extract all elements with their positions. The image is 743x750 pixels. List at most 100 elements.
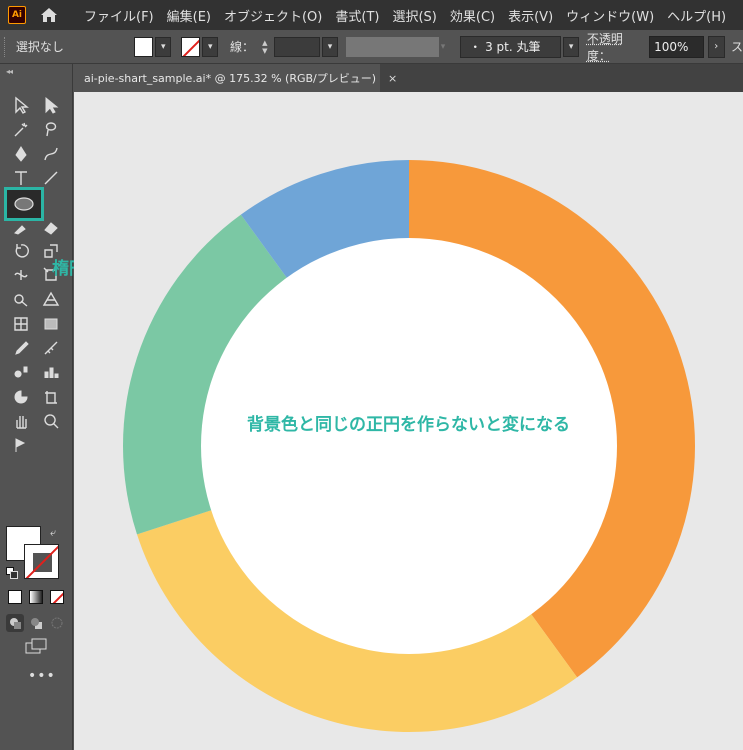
- symbol-sprayer-tool-icon: [14, 366, 28, 378]
- width-tool-button[interactable]: [9, 264, 33, 286]
- artboard-canvas[interactable]: 背景色と同じの正円を作らないと変になる: [74, 92, 743, 750]
- ellipse-icon: [14, 197, 34, 211]
- gradient-tool-icon: [44, 318, 58, 330]
- stroke-color-box[interactable]: [24, 544, 59, 579]
- zoom-tool-icon: [44, 414, 59, 429]
- default-fill-stroke-icon[interactable]: [6, 567, 18, 579]
- measure-tool-icon: [44, 341, 58, 355]
- mesh-tool-button[interactable]: [9, 313, 33, 335]
- stroke-weight-dropdown[interactable]: ▾: [322, 36, 338, 57]
- document-tab-strip: ai-pie-shart_sample.ai* @ 175.32 % (RGB/…: [74, 64, 743, 92]
- opacity-label[interactable]: 不透明度：: [587, 30, 645, 64]
- hand-tool-icon: [16, 415, 27, 429]
- rotate-tool-button[interactable]: [9, 240, 33, 262]
- selection-status: 選択なし: [15, 40, 64, 54]
- eyedropper-tool-icon: [15, 341, 29, 355]
- home-icon[interactable]: [38, 4, 60, 26]
- donut-hole-circle[interactable]: [201, 238, 617, 654]
- mesh-tool-icon: [14, 316, 28, 331]
- app-logo: Ai: [8, 6, 26, 24]
- menu-item[interactable]: ヘルプ(H): [667, 6, 726, 25]
- menu-item[interactable]: 編集(E): [167, 6, 211, 25]
- document-tab[interactable]: ai-pie-shart_sample.ai* @ 175.32 % (RGB/…: [74, 64, 397, 92]
- menu-bar: Ai ファイル(F) 編集(E) オブジェクト(O) 書式(T) 選択(S) 効果(C) 表…: [0, 0, 743, 30]
- menu-item[interactable]: オブジェクト(O): [224, 6, 322, 25]
- document-tab-title: ai-pie-shart_sample.ai* @ 175.32 % (RGB/…: [84, 72, 377, 85]
- control-bar: 選択なし ▾ ▾ 線： ▲ ▼ ▾ ▾ ・ 3 pt. 丸筆 ▾ 不透明度： 10…: [0, 30, 743, 64]
- none-mode-button[interactable]: [50, 590, 64, 604]
- menu-item[interactable]: ファイル(F): [84, 6, 154, 25]
- profile-dropdown-icon[interactable]: ▾: [441, 37, 455, 57]
- shape-builder-tool-icon: [14, 294, 28, 307]
- menu-item[interactable]: 表示(V): [508, 6, 553, 25]
- width-tool-icon: [14, 270, 28, 281]
- type-tool-icon: [15, 171, 27, 185]
- column-graph-tool-icon: [44, 367, 59, 379]
- pen-tool-icon: [15, 145, 27, 162]
- gradient-mode-button[interactable]: [29, 590, 43, 604]
- edit-toolbar-icon[interactable]: •••: [28, 668, 56, 684]
- stroke-weight-label: 線：: [230, 40, 255, 54]
- rotate-tool-icon: [15, 243, 29, 258]
- column-graph-tool-button[interactable]: [39, 361, 63, 383]
- magic-wand-tool-button[interactable]: [9, 118, 33, 140]
- screen-mode-icon[interactable]: [25, 638, 47, 654]
- menu-item[interactable]: 効果(C): [450, 6, 495, 25]
- brush-dropdown-button[interactable]: ▾: [563, 36, 579, 57]
- artboard-tool-icon: [45, 390, 57, 404]
- type-tool-button[interactable]: [9, 167, 33, 189]
- symbol-sprayer-tool-button[interactable]: [9, 361, 33, 383]
- perspective-grid-tool-button[interactable]: [39, 288, 63, 310]
- opacity-expand-button[interactable]: ›: [707, 35, 725, 58]
- swap-fill-stroke-icon[interactable]: ⤶: [50, 526, 56, 540]
- collapse-icon[interactable]: ◂◂: [6, 67, 13, 76]
- color-mode-button[interactable]: [8, 590, 22, 604]
- line-tool-button[interactable]: [39, 167, 63, 189]
- draw-normal-icon[interactable]: [6, 614, 24, 632]
- draw-inside-icon[interactable]: [48, 614, 66, 632]
- artboard-tool-button[interactable]: [39, 386, 63, 408]
- lasso-tool-button[interactable]: [39, 118, 63, 140]
- lasso-tool-icon: [45, 122, 57, 137]
- gradient-tool-button[interactable]: [39, 313, 63, 335]
- selection-tool-button[interactable]: [9, 94, 33, 116]
- close-tab-icon[interactable]: ×: [388, 72, 397, 85]
- measure-tool-button[interactable]: [39, 337, 63, 359]
- opacity-input[interactable]: 100%: [649, 35, 704, 58]
- hand-tool-button[interactable]: [9, 410, 33, 432]
- slice-tool-icon: [14, 390, 28, 404]
- stroke-color-swatch[interactable]: [181, 36, 201, 57]
- brush-definition[interactable]: ・ 3 pt. 丸筆: [460, 35, 562, 58]
- eyedropper-tool-button[interactable]: [9, 337, 33, 359]
- direct-selection-tool-button[interactable]: [39, 94, 63, 116]
- eraser-tool-icon: [44, 221, 58, 235]
- menu-items: ファイル(F) 編集(E) オブジェクト(O) 書式(T) 選択(S) 効果(C) 表示(V…: [84, 6, 739, 25]
- curvature-tool-icon: [44, 147, 58, 160]
- stroke-weight-spinner[interactable]: ▲ ▼: [258, 37, 272, 57]
- fill-dropdown-button[interactable]: ▾: [155, 36, 172, 57]
- puppet-warp-tool-button[interactable]: [9, 434, 33, 456]
- panel-grip[interactable]: [4, 36, 10, 57]
- selection-tool-icon: [15, 96, 29, 114]
- zoom-tool-button[interactable]: [39, 410, 63, 432]
- variable-width-profile[interactable]: [345, 36, 439, 57]
- style-label: ス: [731, 40, 743, 54]
- ellipse-tool[interactable]: [4, 187, 44, 221]
- center-annotation: 背景色と同じの正円を作らないと変になる: [247, 415, 570, 435]
- pen-tool-button[interactable]: [9, 143, 33, 165]
- menu-item[interactable]: 書式(T): [335, 6, 379, 25]
- draw-behind-icon[interactable]: [27, 614, 45, 632]
- slice-tool-button[interactable]: [9, 386, 33, 408]
- fill-color-swatch[interactable]: [134, 36, 154, 57]
- curvature-tool-button[interactable]: [39, 143, 63, 165]
- menu-item[interactable]: 選択(S): [392, 6, 436, 25]
- stroke-dropdown-button[interactable]: ▾: [202, 36, 219, 57]
- stroke-weight-input[interactable]: [273, 36, 321, 57]
- magic-wand-tool-icon: [14, 123, 28, 137]
- menu-item[interactable]: ウィンドウ(W): [566, 6, 654, 25]
- perspective-grid-tool-icon: [42, 292, 60, 307]
- line-tool-icon: [44, 171, 58, 185]
- direct-selection-tool-icon: [45, 96, 59, 114]
- shape-builder-tool-button[interactable]: [9, 288, 33, 310]
- puppet-warp-tool-icon: [15, 438, 26, 453]
